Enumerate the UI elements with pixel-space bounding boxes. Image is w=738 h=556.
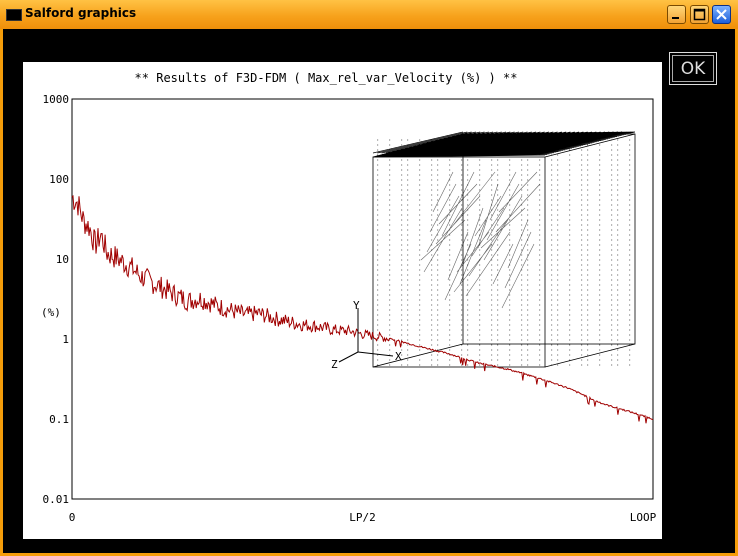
plot-frame (71, 98, 654, 500)
app-icon (6, 9, 22, 21)
minimize-icon (672, 17, 679, 19)
y-tick-label: 1000 (43, 93, 70, 106)
y-axis-label: (%) (41, 306, 61, 319)
y-tick-label: 1 (62, 333, 69, 346)
close-icon (716, 9, 727, 20)
x-tick-labels: 0 LP/2 LOOP (69, 511, 657, 524)
maximize-button[interactable] (690, 5, 709, 24)
plot-panel: ** Results of F3D-FDM ( Max_rel_var_Velo… (23, 62, 662, 539)
title-bar[interactable]: Salford graphics (0, 0, 738, 29)
3d-velocity-field (372, 131, 636, 368)
y-tick-labels: 1000 100 10 1 0.1 0.01 (43, 93, 70, 506)
x-tick-label: LOOP (630, 511, 657, 524)
ok-button-label: OK (672, 55, 714, 82)
triad-z-label: Z (331, 358, 338, 371)
window-title: Salford graphics (25, 6, 137, 20)
y-tick-label: 0.1 (49, 413, 69, 426)
close-button[interactable] (712, 5, 731, 24)
triad-x-label: X (395, 350, 402, 363)
y-tick-label: 100 (49, 173, 69, 186)
series-line (71, 195, 654, 424)
maximize-icon (693, 8, 706, 21)
y-tick-label: 10 (56, 253, 69, 266)
axis-triad: Y X Z (331, 299, 402, 371)
ok-button[interactable]: OK (669, 52, 717, 85)
convergence-chart: ** Results of F3D-FDM ( Max_rel_var_Velo… (41, 71, 657, 524)
chart-title: ** Results of F3D-FDM ( Max_rel_var_Velo… (135, 71, 518, 85)
triad-y-label: Y (353, 299, 360, 312)
y-tick-label: 0.01 (43, 493, 70, 506)
minimize-button[interactable] (667, 5, 686, 24)
x-tick-label: 0 (69, 511, 76, 524)
x-tick-label: LP/2 (349, 511, 376, 524)
